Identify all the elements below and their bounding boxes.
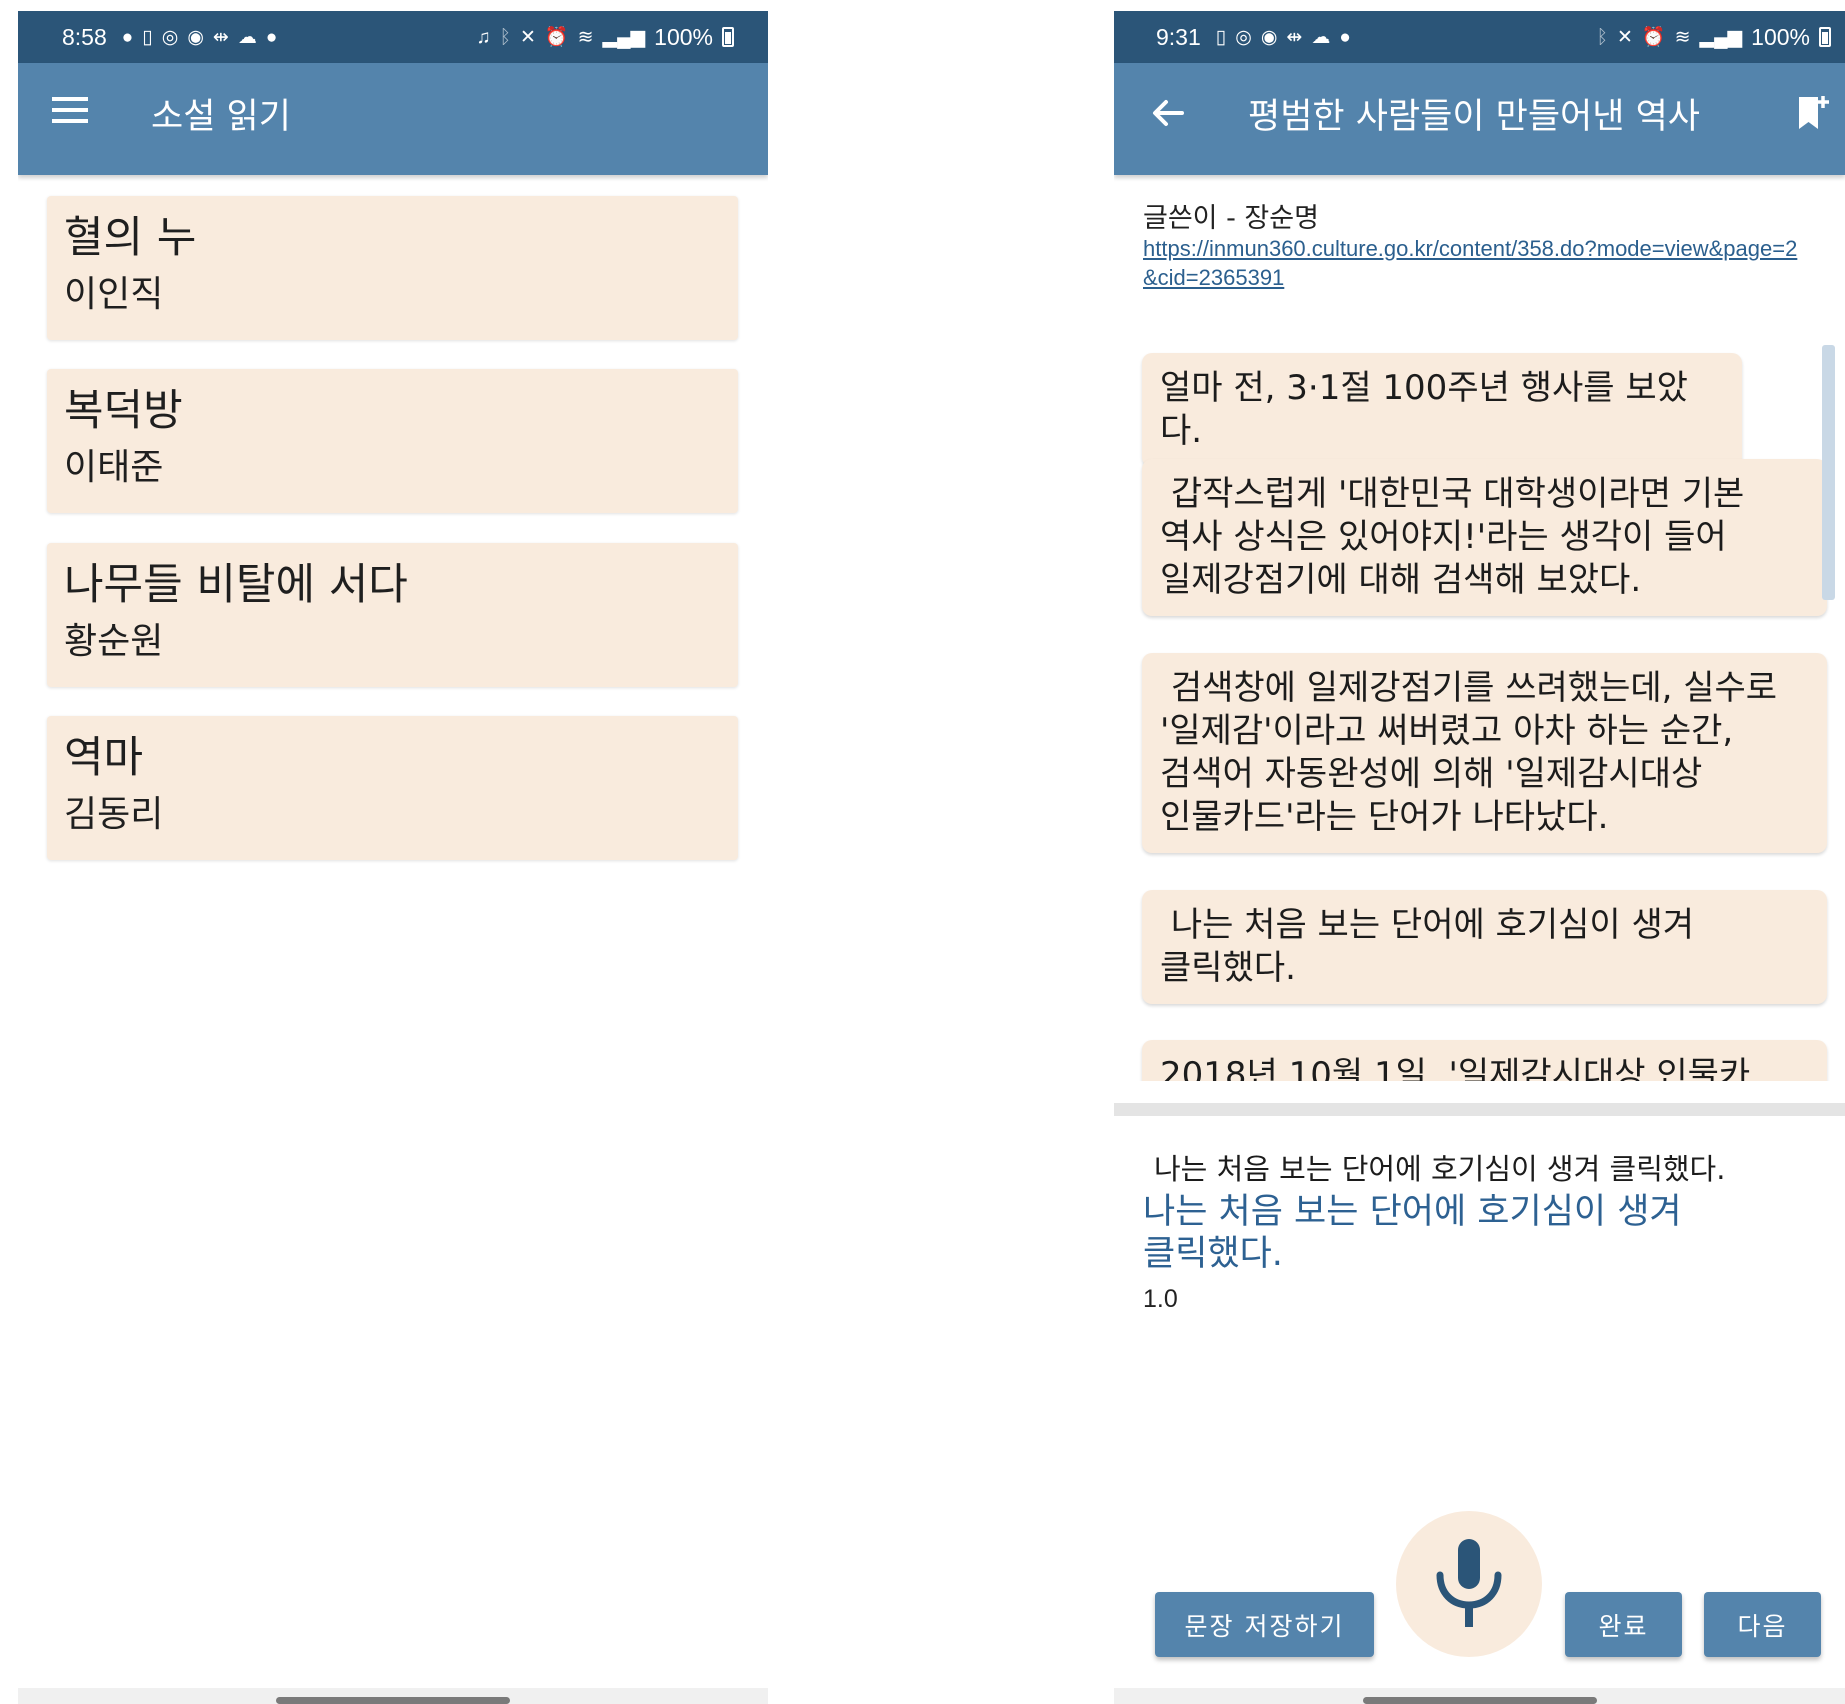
- alarm-icon: ⏰: [1641, 26, 1666, 48]
- novel-title: 복덕방: [64, 386, 183, 436]
- novel-author: 김동리: [64, 794, 164, 835]
- novel-title: 역마: [64, 733, 144, 783]
- novel-author: 이인직: [64, 274, 164, 315]
- author-line: 글쓴이 - 장순명: [1143, 203, 1319, 234]
- bluetooth-icon: ᛒ: [499, 26, 511, 48]
- battery-percent: 100%: [654, 23, 713, 50]
- novel-title: 혈의 누: [64, 213, 197, 263]
- status-bar: 9:31 ▯ ◎ ◉ ⇹ ☁ ● ᛒ ✕ ⏰ ≋ ▂▄▆ 100%: [1114, 11, 1845, 63]
- battery-saver-icon: ▯: [142, 26, 153, 48]
- save-sentence-button[interactable]: 문장 저장하기: [1155, 1592, 1374, 1657]
- novel-title: 나무들 비탈에 서다: [64, 560, 408, 610]
- scrollbar-thumb[interactable]: [1822, 345, 1835, 600]
- sentence-card[interactable]: 갑작스럽게 '대한민국 대학생이라면 기본 역사 상식은 있어야지!'라는 생각…: [1142, 459, 1827, 616]
- usb-icon: ⇹: [212, 26, 229, 48]
- wifi-icon: ≋: [1674, 26, 1691, 48]
- mute-icon: ✕: [519, 26, 536, 48]
- sentence-card[interactable]: 나는 처음 보는 단어에 호기심이 생겨 클릭했다.: [1142, 890, 1827, 1004]
- navigation-bar: [1114, 1688, 1845, 1704]
- next-button[interactable]: 다음: [1704, 1592, 1821, 1657]
- app-p-icon: ●: [265, 26, 278, 48]
- accuracy-score: 1.0: [1143, 1285, 1178, 1313]
- recognized-text: 나는 처음 보는 단어에 호기심이 생겨 클릭했다.: [1143, 1192, 1682, 1274]
- signal-icon: ▂▄▆: [1699, 26, 1743, 48]
- accessibility-icon: ◎: [161, 26, 179, 48]
- app-bar: 평범한 사람들이 만들어낸 역사: [1114, 63, 1845, 175]
- accessibility-icon: ◎: [1235, 26, 1252, 48]
- menu-icon[interactable]: [52, 97, 88, 129]
- reading-screen: 9:31 ▯ ◎ ◉ ⇹ ☁ ● ᛒ ✕ ⏰ ≋ ▂▄▆ 100% 평범한 사람…: [1114, 11, 1845, 1704]
- signal-icon: ▂▄▆: [602, 26, 646, 48]
- target-icon: ◉: [187, 26, 204, 48]
- status-time: 9:31: [1156, 23, 1201, 50]
- page-title: 평범한 사람들이 만들어낸 역사: [1248, 96, 1700, 137]
- battery-saver-icon: ▯: [1215, 26, 1227, 48]
- battery-icon: [1819, 27, 1831, 47]
- home-indicator[interactable]: [276, 1697, 510, 1704]
- sentence-list[interactable]: 얼마 전, 3·1절 100주년 행사를 보았다. 갑작스럽게 '대한민국 대학…: [1114, 329, 1845, 1081]
- app-bar: 소설 읽기: [18, 63, 768, 175]
- novel-card[interactable]: 나무들 비탈에 서다 황순원: [47, 543, 738, 687]
- microphone-button[interactable]: [1396, 1511, 1542, 1657]
- divider: [1114, 1103, 1845, 1116]
- battery-percent: 100%: [1751, 23, 1810, 50]
- novel-list-screen: 8:58 ● ▯ ◎ ◉ ⇹ ☁ ● ♫ ᛒ ✕ ⏰ ≋ ▂▄▆ 100% 소설…: [18, 11, 768, 1704]
- headphones-icon: ♫: [476, 26, 491, 48]
- status-bar-left: 8:58 ● ▯ ◎ ◉ ⇹ ☁ ●: [62, 11, 277, 63]
- back-arrow-icon[interactable]: [1148, 93, 1188, 133]
- sentence-card[interactable]: 얼마 전, 3·1절 100주년 행사를 보았다.: [1142, 353, 1742, 467]
- status-bar-left: 9:31 ▯ ◎ ◉ ⇹ ☁ ●: [1156, 11, 1351, 63]
- status-bar-right: ♫ ᛒ ✕ ⏰ ≋ ▂▄▆ 100%: [476, 11, 734, 63]
- status-bar: 8:58 ● ▯ ◎ ◉ ⇹ ☁ ● ♫ ᛒ ✕ ⏰ ≋ ▂▄▆ 100%: [18, 11, 768, 63]
- novel-card[interactable]: 역마 김동리: [47, 716, 738, 860]
- navigation-bar: [18, 1688, 768, 1704]
- novel-author: 황순원: [64, 621, 164, 662]
- target-icon: ◉: [1260, 26, 1278, 48]
- done-button[interactable]: 완료: [1565, 1592, 1682, 1657]
- home-indicator[interactable]: [1362, 1697, 1597, 1704]
- battery-icon: [722, 27, 734, 47]
- sentence-card[interactable]: 2018년 10월 1일, '일제감시대상 인물카드'가: [1142, 1040, 1827, 1081]
- novel-card[interactable]: 혈의 누 이인직: [47, 196, 738, 340]
- alarm-icon: ⏰: [544, 26, 569, 48]
- bookmark-add-icon[interactable]: [1796, 93, 1830, 133]
- page-title: 소설 읽기: [151, 96, 291, 137]
- bluetooth-icon: ᛒ: [1596, 26, 1608, 48]
- usb-icon: ⇹: [1286, 26, 1303, 48]
- status-bar-right: ᛒ ✕ ⏰ ≋ ▂▄▆ 100%: [1597, 11, 1831, 63]
- microphone-icon: [1436, 1539, 1502, 1627]
- novel-card[interactable]: 복덕방 이태준: [47, 369, 738, 513]
- target-sentence: 나는 처음 보는 단어에 호기심이 생겨 클릭했다.: [1154, 1152, 1726, 1186]
- novel-author: 이태준: [64, 447, 164, 488]
- status-time: 8:58: [62, 23, 107, 50]
- sentence-card[interactable]: 검색창에 일제강점기를 쓰려했는데, 실수로 '일제감'이라고 써버렸고 아차 …: [1142, 653, 1827, 853]
- source-link[interactable]: https://inmun360.culture.go.kr/content/3…: [1143, 234, 1803, 292]
- mute-icon: ✕: [1616, 26, 1633, 48]
- wifi-icon: ≋: [577, 26, 594, 48]
- cloud-icon: ☁: [1311, 26, 1331, 48]
- app-p-icon: ●: [1339, 26, 1351, 48]
- discord-icon: ●: [121, 26, 134, 48]
- cloud-icon: ☁: [237, 26, 257, 48]
